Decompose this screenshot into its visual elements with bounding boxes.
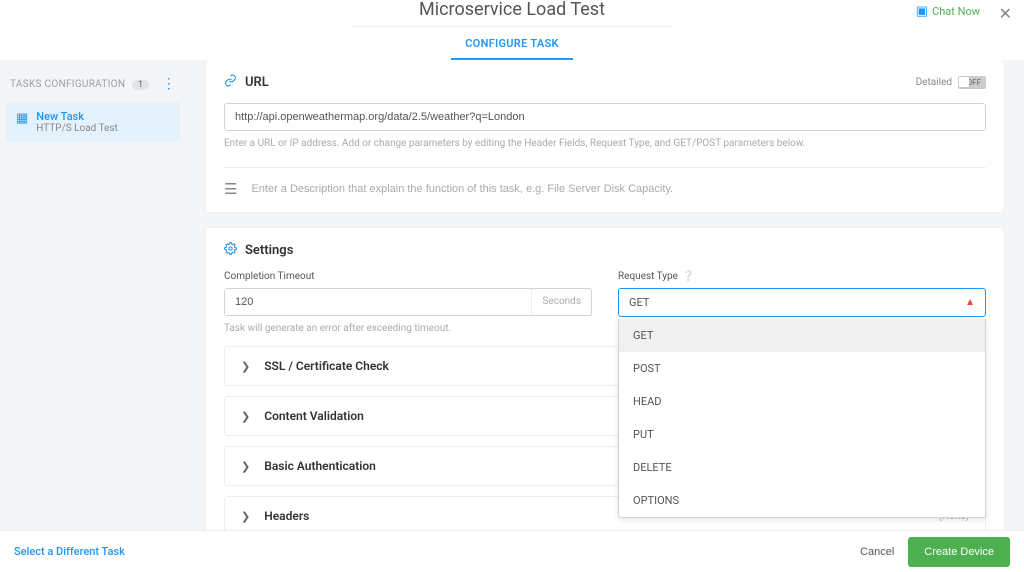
timeout-unit: Seconds [531, 289, 591, 315]
url-panel-title: URL [245, 75, 269, 90]
timeout-help: Task will generate an error after exceed… [224, 322, 592, 336]
chevron-right-icon: ❯ [241, 360, 250, 373]
dropdown-option-options[interactable]: OPTIONS [619, 484, 985, 517]
description-input[interactable] [251, 183, 986, 195]
task-subtitle: HTTP/S Load Test [36, 123, 118, 134]
task-icon: ▦ [16, 111, 28, 134]
sidebar-task-item[interactable]: ▦ New Task HTTP/S Load Test [6, 102, 180, 142]
cancel-button[interactable]: Cancel [846, 538, 908, 566]
bottombar: Select a Different Task Cancel Create De… [0, 530, 1024, 572]
link-icon [224, 74, 237, 91]
url-panel: URL Detailed OFF Enter a URL or IP addre… [206, 60, 1004, 212]
page-title: Microservice Load Test [352, 0, 672, 27]
request-type-label: Request Type [618, 271, 678, 282]
caret-up-icon: ▲ [965, 297, 975, 308]
sidebar-menu-icon[interactable]: ⋮ [162, 76, 176, 92]
chevron-right-icon: ❯ [241, 460, 250, 473]
detailed-label: Detailed [916, 77, 952, 88]
sidebar: TASKS CONFIGURATION 1 ⋮ ▦ New Task HTTP/… [0, 60, 186, 530]
task-title: New Task [36, 110, 118, 123]
url-help-text: Enter a URL or IP address. Add or change… [224, 137, 986, 151]
chevron-right-icon: ❯ [241, 410, 250, 423]
accordion-label: SSL / Certificate Check [264, 359, 389, 373]
dropdown-option-delete[interactable]: DELETE [619, 451, 985, 484]
select-different-task-link[interactable]: Select a Different Task [14, 545, 125, 558]
sidebar-heading: TASKS CONFIGURATION [10, 79, 125, 90]
settings-panel: Settings Completion Timeout Seconds Task… [206, 228, 1004, 530]
description-icon: ☰ [224, 180, 237, 198]
chevron-right-icon: ❯ [241, 510, 250, 523]
close-icon[interactable]: ✕ [999, 4, 1012, 23]
accordion-label: Headers [264, 509, 309, 523]
task-count-badge: 1 [132, 80, 149, 90]
accordion-label: Content Validation [264, 409, 364, 423]
request-type-selected: GET [629, 296, 649, 309]
tab-configure-task[interactable]: CONFIGURE TASK [451, 27, 573, 60]
gear-icon [224, 242, 237, 259]
timeout-input[interactable] [225, 289, 531, 315]
timeout-label: Completion Timeout [224, 271, 592, 282]
help-icon[interactable]: ❔ [682, 271, 694, 282]
url-input[interactable] [224, 103, 986, 131]
request-type-dropdown: GET POST HEAD PUT DELETE OPTIONS [618, 319, 986, 518]
settings-panel-title: Settings [245, 243, 293, 258]
dropdown-option-get[interactable]: GET [619, 319, 985, 352]
request-type-select[interactable]: GET ▲ [618, 288, 986, 317]
dropdown-option-head[interactable]: HEAD [619, 385, 985, 418]
detailed-toggle[interactable]: OFF [958, 76, 986, 89]
chat-now-link[interactable]: ▣ Chat Now [916, 4, 980, 19]
chat-icon: ▣ [916, 4, 928, 19]
create-device-button[interactable]: Create Device [908, 537, 1010, 567]
dropdown-option-put[interactable]: PUT [619, 418, 985, 451]
dropdown-option-post[interactable]: POST [619, 352, 985, 385]
chat-now-label: Chat Now [932, 5, 980, 18]
accordion-label: Basic Authentication [264, 459, 376, 473]
